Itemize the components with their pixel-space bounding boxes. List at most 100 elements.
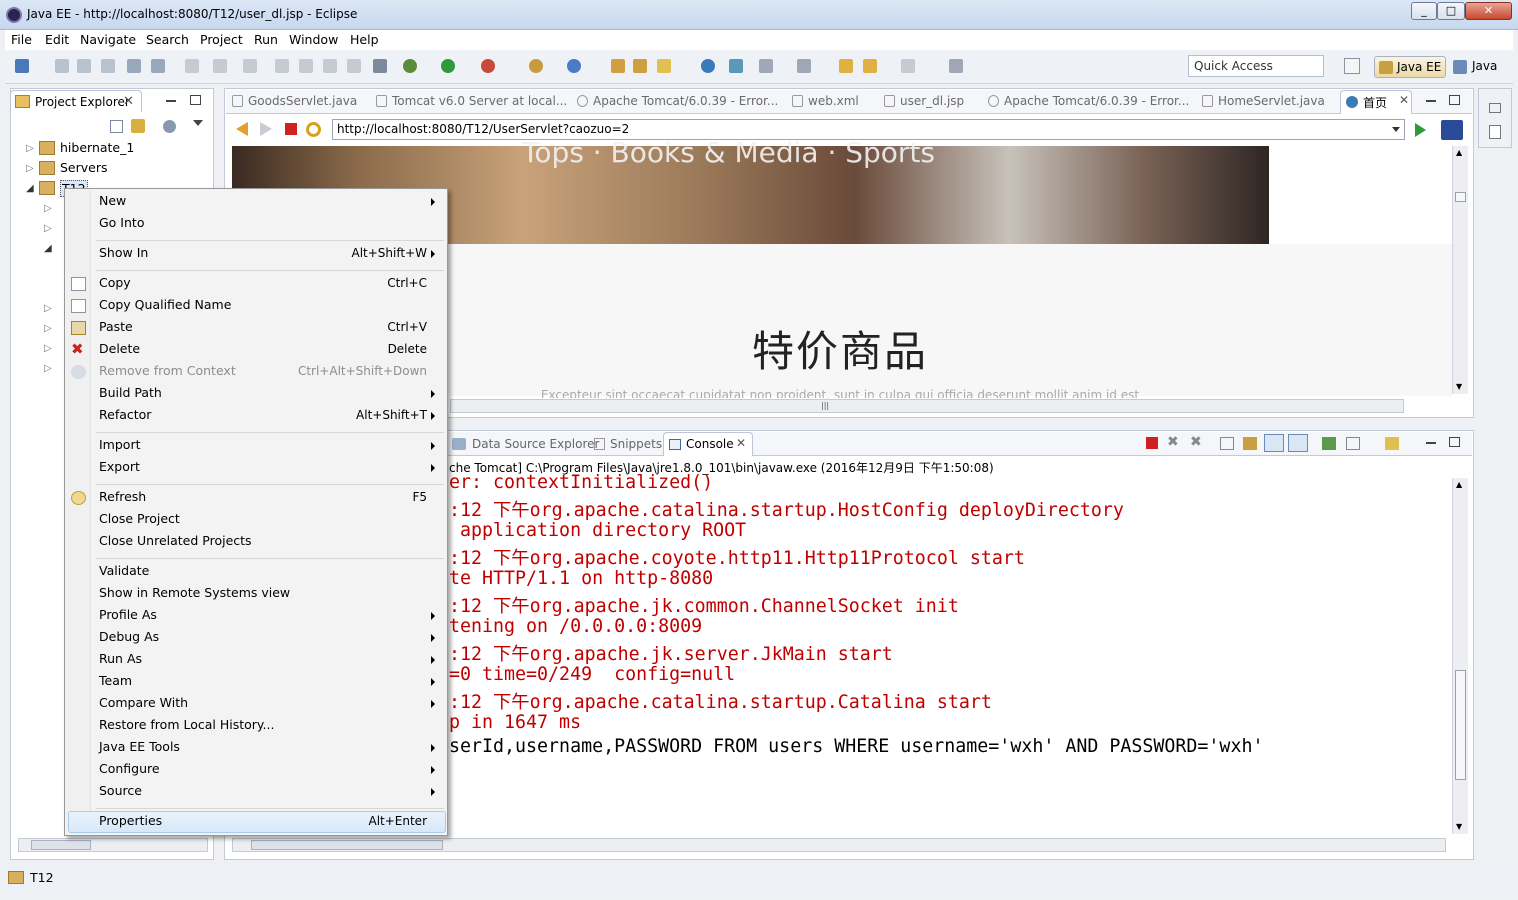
menu-item-run-as[interactable]: Run As: [99, 651, 142, 666]
maximize-console-icon[interactable]: [1449, 437, 1460, 447]
run-icon[interactable]: [441, 59, 455, 73]
tab-tomcat-error-2[interactable]: Apache Tomcat/6.0.39 - Error...: [988, 94, 1189, 112]
scroll-thumb[interactable]: [1455, 192, 1466, 202]
expand-arrow-icon[interactable]: ▷: [44, 323, 52, 334]
tab-web-xml[interactable]: web.xml: [792, 94, 859, 112]
view-menu-icon[interactable]: [193, 120, 203, 126]
prev-annotation-icon[interactable]: [797, 59, 811, 73]
tab-home-page-active[interactable]: 首页 ✕: [1340, 90, 1412, 114]
menu-search[interactable]: Search: [146, 32, 189, 47]
remove-launch-icon[interactable]: ✖: [1167, 434, 1179, 450]
outline-icon[interactable]: [1489, 125, 1501, 139]
save-icon[interactable]: [55, 59, 69, 73]
open-perspective-icon[interactable]: [1344, 58, 1360, 74]
scroll-up-icon[interactable]: ▲: [1456, 480, 1462, 489]
menu-item-new[interactable]: New: [99, 193, 126, 208]
forward-icon[interactable]: [901, 59, 915, 73]
menu-item-validate[interactable]: Validate: [99, 563, 149, 578]
last-edit-icon[interactable]: [839, 59, 853, 73]
menu-item-compare-with[interactable]: Compare With: [99, 695, 188, 710]
menu-item-source[interactable]: Source: [99, 783, 142, 798]
menu-item-team[interactable]: Team: [99, 673, 132, 688]
menu-item-delete[interactable]: Delete: [99, 341, 140, 356]
menu-item-import[interactable]: Import: [99, 437, 141, 452]
web-vertical-scrollbar[interactable]: ▲ ▼: [1452, 146, 1468, 394]
scroll-thumb[interactable]: [1455, 670, 1466, 780]
terminate-console-icon[interactable]: [1146, 437, 1158, 449]
go-icon[interactable]: [1415, 123, 1426, 137]
menu-edit[interactable]: Edit: [45, 32, 69, 47]
terminate-icon[interactable]: [323, 59, 337, 73]
pin-editor-icon[interactable]: [949, 59, 963, 73]
suspend-icon[interactable]: [299, 59, 313, 73]
scroll-thumb[interactable]: |||: [821, 401, 829, 410]
tab-user-dl-jsp[interactable]: user_dl.jsp: [884, 94, 964, 112]
open-resource-icon[interactable]: [633, 59, 647, 73]
expand-arrow-icon[interactable]: ▷: [44, 223, 52, 234]
skip-breakpoints-icon[interactable]: [373, 59, 387, 73]
save-all-icon[interactable]: [77, 59, 91, 73]
console-vertical-scrollbar[interactable]: ▲ ▼: [1452, 478, 1468, 834]
menu-item-build-path[interactable]: Build Path: [99, 385, 162, 400]
tab-goods-servlet[interactable]: GoodsServlet.java: [232, 94, 357, 112]
menu-help[interactable]: Help: [350, 32, 379, 47]
tab-tomcat-server[interactable]: Tomcat v6.0 Server at local...: [376, 94, 567, 112]
menu-navigate[interactable]: Navigate: [80, 32, 136, 47]
scroll-down-icon[interactable]: ▼: [1456, 382, 1462, 391]
undo-icon[interactable]: [185, 59, 199, 73]
menu-item-copy-qualified-name[interactable]: Copy Qualified Name: [99, 297, 231, 312]
collapse-arrow-icon[interactable]: ◢: [26, 183, 34, 194]
web-browser-icon[interactable]: [701, 59, 715, 73]
maximize-view-icon[interactable]: [190, 95, 201, 105]
expand-arrow-icon[interactable]: ▷: [44, 343, 52, 354]
minimize-view-icon[interactable]: [166, 100, 176, 102]
menu-item-refresh[interactable]: Refresh: [99, 489, 146, 504]
scroll-lock-icon[interactable]: [1243, 437, 1257, 450]
tab-data-source-explorer[interactable]: Data Source Explorer: [472, 437, 599, 451]
search-icon[interactable]: [657, 59, 671, 73]
menu-item-configure[interactable]: Configure: [99, 761, 160, 776]
close-tab-icon[interactable]: ✕: [123, 94, 134, 109]
show-stderr-icon[interactable]: [1288, 434, 1308, 452]
remove-all-icon[interactable]: ✖: [1190, 434, 1202, 450]
resume-icon[interactable]: [275, 59, 289, 73]
new-server-icon[interactable]: [567, 59, 581, 73]
print-icon[interactable]: [101, 59, 115, 73]
pin-console-icon[interactable]: [1322, 437, 1336, 450]
skip-icon[interactable]: [213, 59, 227, 73]
tab-home-servlet[interactable]: HomeServlet.java: [1202, 94, 1325, 112]
menu-window[interactable]: Window: [289, 32, 338, 47]
expand-arrow-icon[interactable]: ▷: [26, 163, 34, 174]
stop-icon[interactable]: [285, 123, 297, 135]
tab-console-active[interactable]: Console ✕: [663, 432, 753, 456]
refresh-icon[interactable]: [306, 122, 321, 137]
minimize-button[interactable]: _: [1411, 2, 1437, 20]
open-type-icon[interactable]: [611, 59, 625, 73]
menu-item-debug-as[interactable]: Debug As: [99, 629, 159, 644]
disconnect-icon[interactable]: [347, 59, 361, 73]
tab-snippets[interactable]: Snippets: [610, 437, 662, 451]
expand-arrow-icon[interactable]: ▷: [44, 363, 52, 374]
maximize-button[interactable]: □: [1437, 2, 1465, 20]
back-icon[interactable]: [863, 59, 877, 73]
minimize-console-icon[interactable]: [1426, 442, 1436, 444]
tree-item-hibernate[interactable]: hibernate_1: [60, 140, 134, 155]
menu-item-restore-from-local-history[interactable]: Restore from Local History...: [99, 717, 274, 732]
collapse-all-icon[interactable]: [110, 120, 123, 133]
display-console-icon[interactable]: [1346, 437, 1360, 450]
open-console-icon[interactable]: [1385, 437, 1399, 450]
expand-arrow-icon[interactable]: ▷: [44, 203, 52, 214]
expand-arrow-icon[interactable]: ▷: [44, 303, 52, 314]
menu-item-export[interactable]: Export: [99, 459, 140, 474]
scroll-up-icon[interactable]: ▲: [1456, 148, 1462, 157]
expand-arrow-icon[interactable]: ▷: [26, 143, 34, 154]
menu-item-java-ee-tools[interactable]: Java EE Tools: [99, 739, 180, 754]
menu-item-go-into[interactable]: Go Into: [99, 215, 144, 230]
menu-item-copy[interactable]: Copy: [99, 275, 131, 290]
url-dropdown-icon[interactable]: [1392, 127, 1400, 132]
menu-item-paste[interactable]: Paste: [99, 319, 133, 334]
redo-icon[interactable]: [243, 59, 257, 73]
collapse-arrow-icon[interactable]: ◢: [44, 243, 52, 254]
restore-icon[interactable]: [1489, 103, 1501, 113]
external-tools-icon[interactable]: [481, 59, 495, 73]
